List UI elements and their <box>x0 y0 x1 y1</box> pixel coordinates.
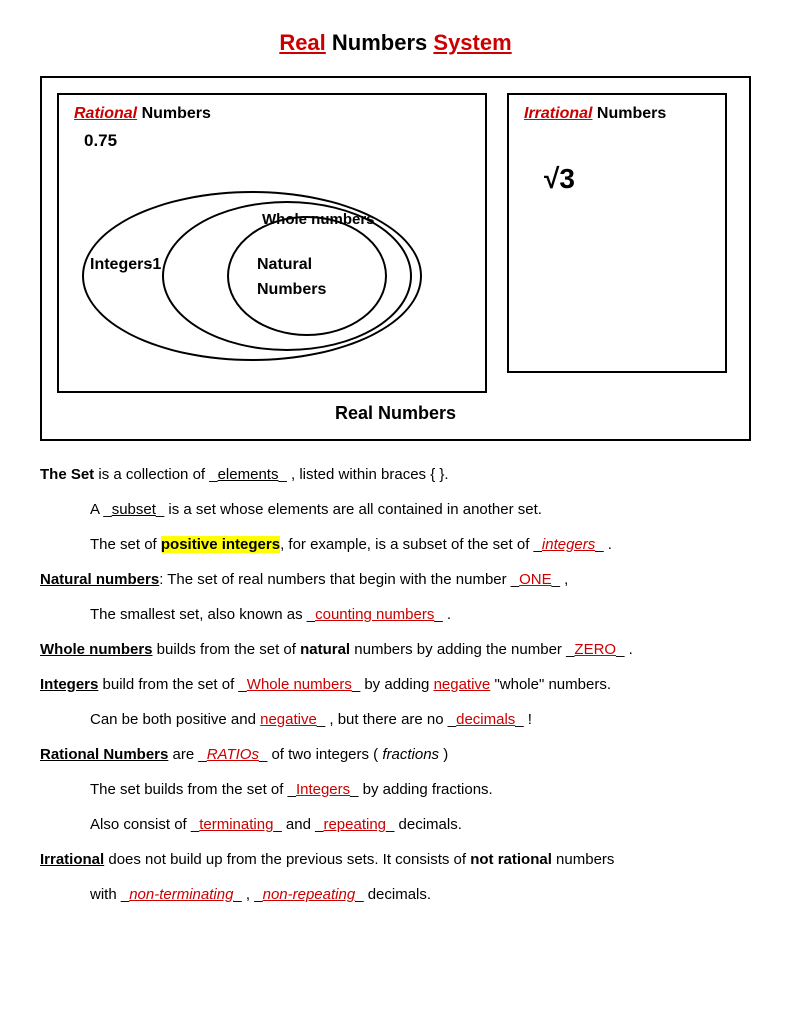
integers-paragraph: Integers build from the set of _Whole nu… <box>40 671 751 698</box>
rational-text2: _ of two integers ( <box>259 746 382 763</box>
title-system: System <box>433 30 511 55</box>
fractions-word: fractions <box>382 746 439 763</box>
integers-ref: integers <box>542 536 595 553</box>
irrational-rest-label: Numbers <box>592 105 666 122</box>
rational-rest-label: Numbers <box>137 105 211 122</box>
whole-paragraph: Whole numbers builds from the set of nat… <box>40 636 751 663</box>
subset-paragraph: A _subset_ is a set whose elements are a… <box>90 496 751 523</box>
set-text1: is a collection of _ <box>94 466 217 483</box>
can-be-text2: _ , but there are no _ <box>317 711 456 728</box>
natural-text1: : The set of real numbers that begin wit… <box>159 571 519 588</box>
title-real: Real <box>279 30 325 55</box>
integers-label: Integers <box>90 256 152 274</box>
subset-word: subset <box>112 501 156 518</box>
natural-paragraph: Natural numbers: The set of real numbers… <box>40 566 751 593</box>
rational-paragraph: Rational Numbers are _RATIOs_ of two int… <box>40 741 751 768</box>
pos-int-text2: , for example, is a subset of the set of… <box>280 536 542 553</box>
rational-text1: are _ <box>168 746 206 763</box>
natural-ref: natural <box>300 641 350 658</box>
irrational-label: Irrational Numbers <box>524 105 710 123</box>
builds-text2: _ by adding fractions. <box>350 781 493 798</box>
integers-label: Integers <box>40 676 98 693</box>
can-be-text1: Can be both positive and <box>90 711 260 728</box>
with-text1: with _ <box>90 886 129 903</box>
set-text2: _ , listed within braces { }. <box>278 466 448 483</box>
zero-word: ZERO <box>574 641 616 658</box>
negative-word: negative <box>260 711 317 728</box>
counting-paragraph: The smallest set, also known as _countin… <box>90 601 751 628</box>
value-075: 0.75 <box>84 131 470 151</box>
counting-text1: The smallest set, also known as _ <box>90 606 315 623</box>
positive-integers-paragraph: The set of positive integers, for exampl… <box>90 531 751 558</box>
rational-label: Rational Numbers <box>74 105 470 123</box>
whole-label: Whole numbers <box>262 211 375 228</box>
can-be-paragraph: Can be both positive and negative_ , but… <box>90 706 751 733</box>
integers-text3: "whole" numbers. <box>490 676 611 693</box>
whole-text3: _ . <box>616 641 633 658</box>
rational-italic-label: Rational <box>74 105 137 122</box>
content-section: The Set is a collection of _elements_ , … <box>40 461 751 908</box>
builds-paragraph: The set builds from the set of _Integers… <box>90 776 751 803</box>
subset-text1: A _ <box>90 501 112 518</box>
ratios-word: RATIOs <box>207 746 259 763</box>
rational-text3: ) <box>439 746 448 763</box>
with-text2: _ , _ <box>233 886 262 903</box>
also-text2: _ and _ <box>273 816 323 833</box>
irrational-paragraph: Irrational does not build up from the pr… <box>40 846 751 873</box>
numbers-label: Numbers <box>257 281 326 299</box>
repeating-word: repeating <box>323 816 386 833</box>
also-paragraph: Also consist of _terminating_ and _repea… <box>90 811 751 838</box>
whole-label: Whole numbers <box>40 641 153 658</box>
terminating-word: terminating <box>199 816 273 833</box>
can-be-text3: _ ! <box>515 711 532 728</box>
title-numbers: Numbers <box>326 30 434 55</box>
not-rational-text: not rational <box>470 851 552 868</box>
natural-label: Natural numbers <box>40 571 159 588</box>
diagram-row: Rational Numbers 0.75 Integers -1 Whole … <box>57 93 734 393</box>
pos-int-text1: The set of <box>90 536 161 553</box>
whole-text1: builds from the set of <box>153 641 301 658</box>
integers-text1: build from the set of _ <box>98 676 246 693</box>
positive-integers-highlight: positive integers <box>161 536 280 553</box>
with-paragraph: with _non-terminating_ , _non-repeating_… <box>90 881 751 908</box>
irrational-italic-label: Irrational <box>524 105 592 122</box>
diagram-container: Rational Numbers 0.75 Integers -1 Whole … <box>40 76 751 441</box>
set-label: The Set <box>40 466 94 483</box>
venn-diagram: Integers -1 Whole numbers Natural Number… <box>82 181 462 381</box>
also-text1: Also consist of _ <box>90 816 199 833</box>
with-text3: _ decimals. <box>355 886 431 903</box>
counting-text2: _ . <box>434 606 451 623</box>
neg1-label: -1 <box>147 256 161 274</box>
rational-numbers-label: Rational Numbers <box>40 746 168 763</box>
counting-numbers-word: counting numbers <box>315 606 434 623</box>
irrational-text1: does not build up from the previous sets… <box>104 851 470 868</box>
whole-numbers-ref: Whole numbers <box>247 676 352 693</box>
set-paragraph: The Set is a collection of _elements_ , … <box>40 461 751 488</box>
decimals-word: decimals <box>456 711 515 728</box>
sqrt3-value: √3 <box>544 163 710 195</box>
real-numbers-bottom-label: Real Numbers <box>57 403 734 424</box>
natural-text2: _ , <box>552 571 569 588</box>
natural-label: Natural <box>257 256 312 274</box>
rational-box: Rational Numbers 0.75 Integers -1 Whole … <box>57 93 487 393</box>
pos-int-text3: _ . <box>595 536 612 553</box>
also-text3: _ decimals. <box>386 816 462 833</box>
subset-text2: _ is a set whose elements are all contai… <box>156 501 542 518</box>
integers-text2: _ by adding <box>352 676 434 693</box>
negative-ref: negative <box>434 676 491 693</box>
one-word: ONE <box>519 571 552 588</box>
irrational-label-text: Irrational <box>40 851 104 868</box>
builds-text1: The set builds from the set of _ <box>90 781 296 798</box>
irrational-text2: numbers <box>552 851 615 868</box>
page-title: Real Numbers System <box>40 30 751 56</box>
integers-ref2: Integers <box>296 781 350 798</box>
irrational-box: Irrational Numbers √3 <box>507 93 727 373</box>
whole-text2: numbers by adding the number _ <box>350 641 574 658</box>
elements-word: elements <box>218 466 279 483</box>
non-repeating-word: non-repeating <box>263 886 356 903</box>
ellipse-natural <box>227 216 387 336</box>
non-terminating-word: non-terminating <box>129 886 233 903</box>
